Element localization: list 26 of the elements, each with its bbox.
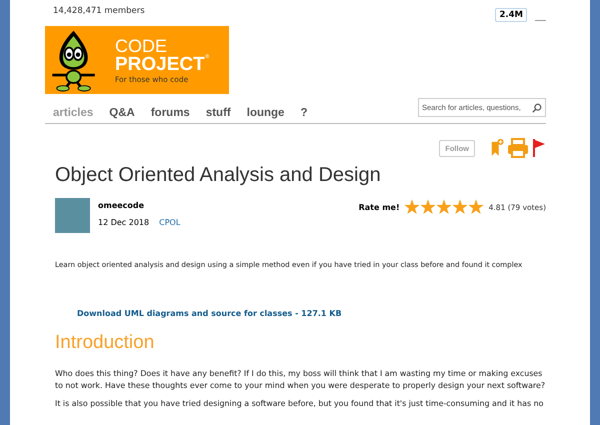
nav-tab[interactable]: lounge <box>246 107 284 119</box>
author-name[interactable]: omeecode <box>98 201 180 210</box>
search-icon[interactable] <box>532 103 542 113</box>
logo-text: CODE <box>115 36 168 55</box>
section-heading: Introduction <box>55 332 156 354</box>
publish-date: 12 Dec 2018 <box>98 218 150 227</box>
nav-tab[interactable]: ? <box>300 107 308 119</box>
flag-icon[interactable] <box>532 138 546 158</box>
reputation-badge: 2.4M <box>495 8 527 22</box>
logo-text: PROJECT <box>115 54 205 74</box>
license-link[interactable]: CPOL <box>159 218 180 227</box>
printer-icon[interactable] <box>507 138 529 158</box>
rate-label: Rate me! <box>358 202 400 212</box>
star-icon[interactable] <box>468 199 484 215</box>
article-title: Object Oriented Analysis and Design <box>55 164 382 187</box>
avatar-photo-placeholder <box>55 198 90 233</box>
member-count: 14,428,471 members <box>53 6 145 16</box>
download-link[interactable]: Download UML diagrams and source for classes - 127.1 KB <box>77 309 546 318</box>
nav-tab[interactable]: Q&A <box>109 107 135 119</box>
star-icon[interactable] <box>404 199 420 215</box>
bookmark-icon[interactable] <box>490 138 504 158</box>
nav-tab[interactable]: forums <box>150 107 190 119</box>
star-icon[interactable] <box>436 199 452 215</box>
star-icon[interactable] <box>420 199 436 215</box>
nav-tab[interactable]: stuff <box>206 107 231 119</box>
star-icon[interactable] <box>452 199 468 215</box>
